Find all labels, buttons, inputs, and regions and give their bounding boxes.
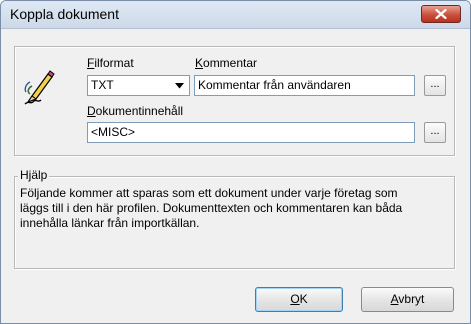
help-line: Följande kommer att sparas som ett dokum… [20, 186, 398, 200]
help-line: läggs till i den här profilen. Dokumentt… [20, 201, 403, 215]
window-title: Koppla dokument [10, 6, 119, 22]
help-legend: Hjälp [18, 168, 50, 182]
title-bar[interactable]: Koppla dokument [1, 1, 470, 29]
help-line: innehålla länkar från importkällan. [20, 216, 200, 230]
ok-label-rest: K [299, 292, 308, 306]
ok-mnemonic: O [290, 292, 300, 306]
dropdown-button[interactable] [171, 77, 188, 94]
fileformat-select[interactable]: TXT [87, 75, 190, 96]
comment-label: Kommentar [195, 56, 258, 70]
cancel-button[interactable]: Avbryt [361, 287, 454, 312]
close-icon [435, 9, 447, 19]
fileformat-label: Filformat [87, 56, 134, 70]
close-button[interactable] [421, 5, 461, 23]
fileformat-value: TXT [91, 78, 114, 92]
ok-button[interactable]: OK [255, 287, 343, 312]
pen-icon [24, 70, 55, 105]
chevron-down-icon [175, 82, 184, 88]
comment-input[interactable]: Kommentar från användaren [194, 75, 415, 96]
cancel-label-rest: vbryt [398, 292, 425, 306]
comment-browse-button[interactable]: ... [424, 75, 446, 96]
content-browse-button[interactable]: ... [424, 122, 446, 143]
content-label: Dokumentinnehåll [87, 104, 184, 118]
help-text: Följande kommer att sparas som ett dokum… [20, 186, 450, 231]
content-input[interactable]: <MISC> [87, 122, 415, 143]
